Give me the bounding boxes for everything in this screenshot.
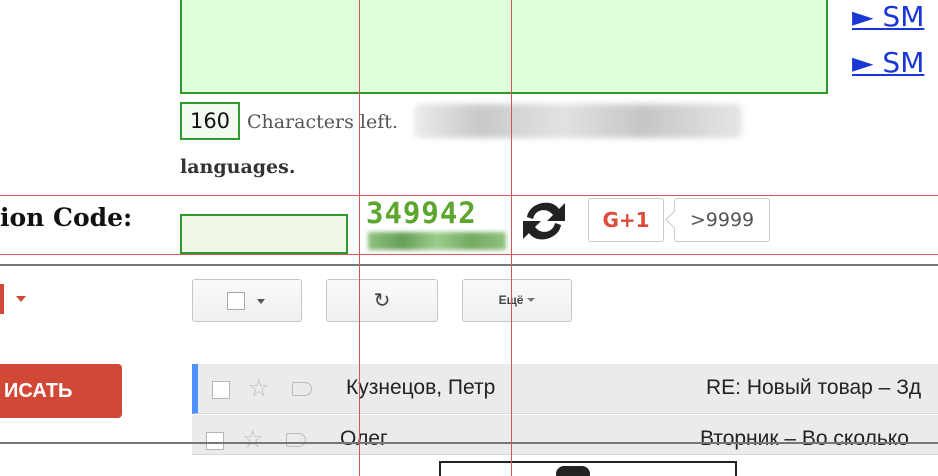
guide-line-vertical [359, 0, 360, 476]
languages-text: languages. [180, 156, 296, 178]
mail-subject: Вторник – Во сколько [700, 427, 909, 450]
row-checkbox[interactable] [212, 381, 230, 399]
guide-line-vertical [511, 0, 512, 476]
checkbox-icon [227, 292, 245, 310]
select-all-button[interactable] [192, 279, 302, 322]
blurred-text [414, 104, 742, 138]
mail-sender: Кузнецов, Петр [346, 376, 496, 399]
label-icon[interactable] [286, 433, 306, 447]
captcha-code: 349942 [366, 196, 477, 230]
sms-message-textarea[interactable] [180, 0, 828, 94]
mail-sender: Олег [340, 427, 388, 450]
star-icon[interactable]: ☆ [248, 374, 270, 402]
verification-code-label: ion Code: [0, 203, 133, 232]
compose-button[interactable]: ИСАТЬ [0, 364, 122, 418]
mail-row[interactable]: ☆ Олег Вторник – Во сколько [192, 415, 938, 455]
characters-left-counter: 160 [180, 102, 240, 140]
bottom-box-glyph [556, 466, 590, 476]
google-plus-one-button[interactable]: G+1 [588, 198, 664, 242]
chevron-down-icon[interactable] [16, 296, 26, 302]
google-plus-count: >9999 [674, 198, 770, 242]
refresh-icon: ↻ [373, 288, 391, 312]
compose-dropdown-stub [0, 284, 4, 314]
chevron-down-icon [527, 298, 536, 302]
captcha-noise [368, 232, 506, 250]
refresh-button[interactable]: ↻ [326, 279, 438, 322]
chevron-down-icon [257, 299, 265, 304]
row-checkbox[interactable] [206, 432, 224, 450]
mail-subject: RE: Новый товар – Зд [706, 376, 922, 399]
more-button[interactable]: Ещё [462, 279, 572, 322]
refresh-captcha-icon[interactable] [519, 195, 569, 247]
mail-row[interactable]: ☆ Кузнецов, Петр RE: Новый товар – Зд [192, 364, 938, 414]
label-icon[interactable] [292, 382, 312, 396]
characters-left-label: Characters left. [247, 111, 398, 133]
gmail-screenshot-bottom-border [0, 442, 938, 444]
verification-code-input[interactable] [180, 214, 348, 254]
sms-link-2[interactable]: ► SM [852, 46, 924, 79]
star-icon[interactable]: ☆ [242, 425, 264, 453]
sms-link-1[interactable]: ► SM [852, 0, 924, 33]
